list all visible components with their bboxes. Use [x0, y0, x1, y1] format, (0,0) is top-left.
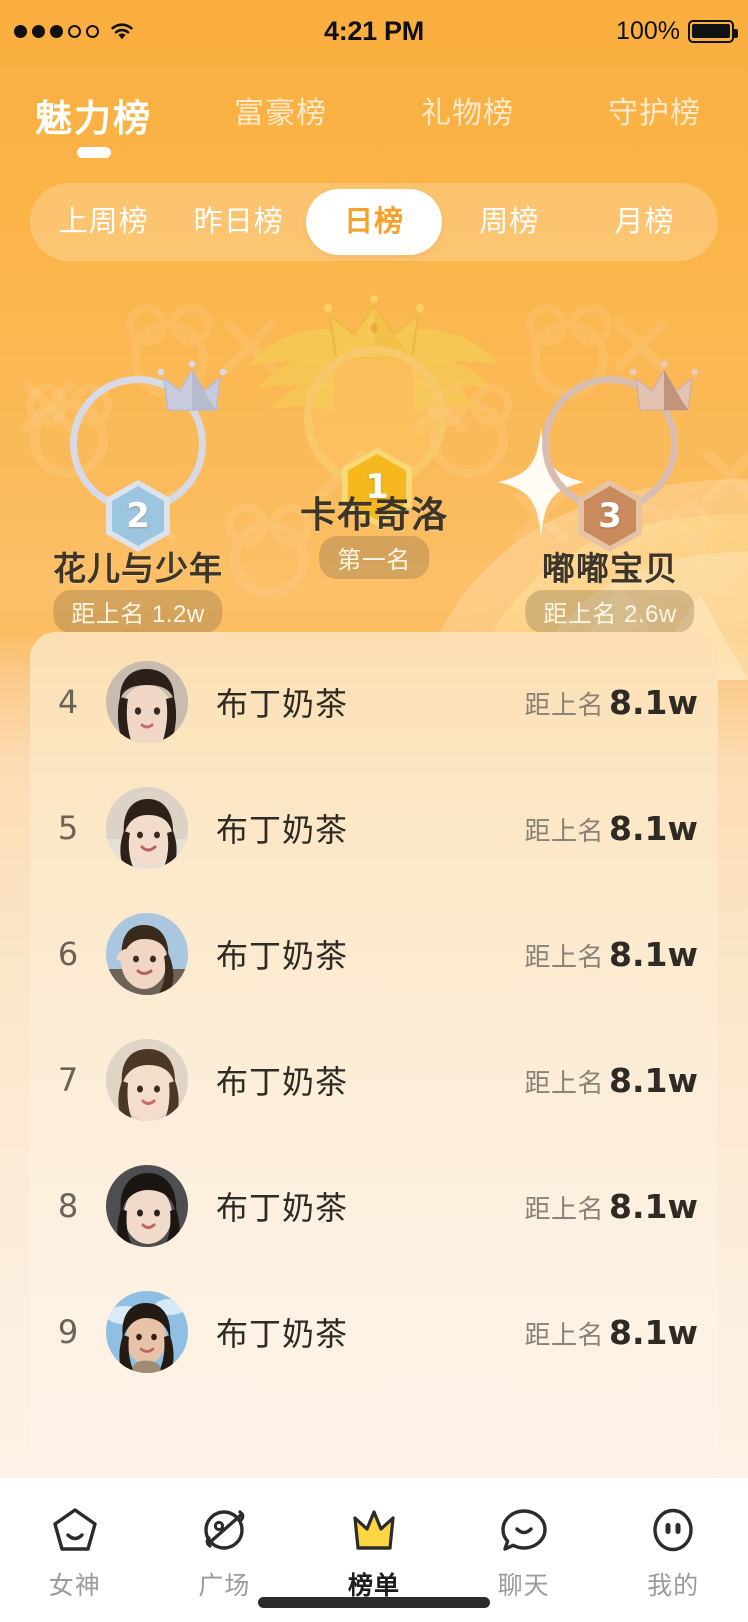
avatar[interactable] — [106, 1039, 188, 1121]
podium-name-3: 嘟嘟宝贝 — [542, 550, 678, 587]
period-segmented-control: 上周榜 昨日榜 日榜 周榜 月榜 — [30, 183, 718, 261]
row-username: 布丁奶茶 — [216, 686, 349, 722]
table-row[interactable]: 6 布丁奶茶 距上名 8.1w — [30, 891, 718, 1017]
table-row[interactable]: 5 布丁奶茶 距上名 8.1w — [30, 765, 718, 891]
row-value-number: 8.1w — [609, 1060, 698, 1100]
segment-weekly[interactable]: 周榜 — [442, 189, 577, 255]
goddess-pentagon-icon — [48, 1504, 102, 1558]
podium-name-2: 花儿与少年 — [53, 550, 223, 587]
podium-name-1: 卡布奇洛 — [299, 494, 448, 535]
row-value: 距上名 8.1w — [525, 1061, 698, 1100]
segment-yesterday[interactable]: 昨日榜 — [171, 189, 306, 255]
avatar[interactable] — [106, 787, 188, 869]
row-value: 距上名 8.1w — [525, 1187, 698, 1226]
crown-silver-icon — [157, 360, 227, 411]
status-bar: 4:21 PM 100% — [0, 0, 748, 62]
tab-active-indicator — [76, 147, 111, 158]
podium-gap-pill-2: 距上名 1.2w — [53, 590, 223, 633]
row-value-label: 距上名 — [524, 941, 605, 972]
avatar[interactable] — [106, 1165, 188, 1247]
tab-gift-list[interactable]: 礼物榜 — [374, 88, 561, 132]
avatar[interactable] — [106, 661, 188, 743]
podium-gap-pill-3: 距上名 2.6w — [525, 590, 695, 633]
nav-label: 女神 — [48, 1572, 101, 1600]
row-value-number: 8.1w — [609, 808, 698, 848]
crown-icon — [347, 1504, 401, 1558]
row-value: 距上名 8.1w — [525, 935, 698, 974]
podium-rank-3[interactable]: 3 嘟嘟宝贝 距上名 2.6w — [490, 280, 730, 633]
nav-label: 聊天 — [497, 1572, 550, 1600]
nav-label: 广场 — [198, 1572, 251, 1600]
podium-rank-1[interactable]: 1 卡布奇洛 第一名 — [248, 280, 500, 628]
podium-top3: 2 花儿与少年 距上名 1.2w 1 卡布奇洛 第一名 3 嘟嘟宝贝 距上名 2… — [0, 280, 748, 633]
nav-item-plaza[interactable]: 广场 — [150, 1504, 300, 1602]
tab-rich-list[interactable]: 富豪榜 — [187, 88, 374, 132]
row-rank: 4 — [57, 683, 79, 721]
segment-daily[interactable]: 日榜 — [306, 189, 442, 255]
row-rank: 8 — [57, 1187, 79, 1225]
ranking-list-card: 4 布丁奶茶 距上名 8.1w 5 布丁奶茶 距上名 8.1w 6 布丁奶茶 距… — [30, 632, 718, 1478]
row-value-number: 8.1w — [609, 682, 698, 722]
row-value-label: 距上名 — [524, 689, 605, 720]
tab-label: 富豪榜 — [234, 97, 327, 130]
table-row[interactable]: 9 布丁奶茶 距上名 8.1w — [30, 1269, 718, 1395]
tab-label: 礼物榜 — [421, 97, 514, 130]
rank-badge-number: 2 — [126, 496, 150, 536]
podium-rank-2[interactable]: 2 花儿与少年 距上名 1.2w — [18, 280, 258, 633]
status-right-group: 100% — [616, 16, 738, 46]
home-indicator — [258, 1597, 490, 1608]
app-root: ✕ ✕ ✕ ✕ ✕ ✕ ✕ ✕ — [0, 0, 748, 1622]
row-rank: 7 — [57, 1061, 79, 1099]
row-value: 距上名 8.1w — [525, 683, 698, 722]
row-username: 布丁奶茶 — [216, 938, 349, 974]
avatar[interactable] — [106, 913, 188, 995]
row-value-label: 距上名 — [524, 1319, 605, 1350]
planet-icon — [197, 1504, 251, 1558]
podium-first-place-pill: 第一名 — [319, 536, 429, 579]
crown-bronze-icon — [629, 360, 699, 411]
row-username: 布丁奶茶 — [216, 1316, 349, 1352]
row-value-number: 8.1w — [609, 934, 698, 974]
tab-label: 魅力榜 — [35, 98, 152, 139]
row-value-label: 距上名 — [524, 815, 605, 846]
row-username: 布丁奶茶 — [216, 812, 349, 848]
battery-percent-label: 100% — [616, 16, 680, 45]
tab-label: 守护榜 — [608, 97, 701, 130]
row-value-number: 8.1w — [609, 1312, 698, 1352]
row-value: 距上名 8.1w — [525, 809, 698, 848]
avatar[interactable] — [106, 1291, 188, 1373]
table-row[interactable]: 7 布丁奶茶 距上名 8.1w — [30, 1017, 718, 1143]
nav-item-goddess[interactable]: 女神 — [0, 1504, 150, 1602]
top-tab-bar: 魅力榜 富豪榜 礼物榜 守护榜 — [0, 88, 748, 158]
row-rank: 6 — [57, 935, 79, 973]
segment-monthly[interactable]: 月榜 — [577, 189, 712, 255]
segment-last-week[interactable]: 上周榜 — [36, 189, 171, 255]
tab-charm-list[interactable]: 魅力榜 — [0, 88, 187, 158]
tab-guard-list[interactable]: 守护榜 — [561, 88, 748, 132]
row-value-label: 距上名 — [524, 1067, 605, 1098]
profile-face-icon — [646, 1504, 700, 1558]
row-value-number: 8.1w — [609, 1186, 698, 1226]
table-row[interactable]: 8 布丁奶茶 距上名 8.1w — [30, 1143, 718, 1269]
table-row[interactable]: 4 布丁奶茶 距上名 8.1w — [30, 639, 718, 765]
row-username: 布丁奶茶 — [216, 1190, 349, 1226]
rank-badge-number: 3 — [598, 496, 622, 536]
chat-bubble-icon — [497, 1504, 551, 1558]
row-value: 距上名 8.1w — [525, 1313, 698, 1352]
nav-item-chat[interactable]: 聊天 — [449, 1504, 599, 1602]
nav-item-ranking[interactable]: 榜单 — [299, 1504, 449, 1602]
battery-full-icon — [688, 19, 738, 43]
row-rank: 9 — [57, 1313, 79, 1351]
nav-label: 我的 — [647, 1572, 700, 1600]
row-username: 布丁奶茶 — [216, 1064, 349, 1100]
row-rank: 5 — [57, 809, 79, 847]
row-value-label: 距上名 — [524, 1193, 605, 1224]
nav-item-profile[interactable]: 我的 — [598, 1504, 748, 1602]
